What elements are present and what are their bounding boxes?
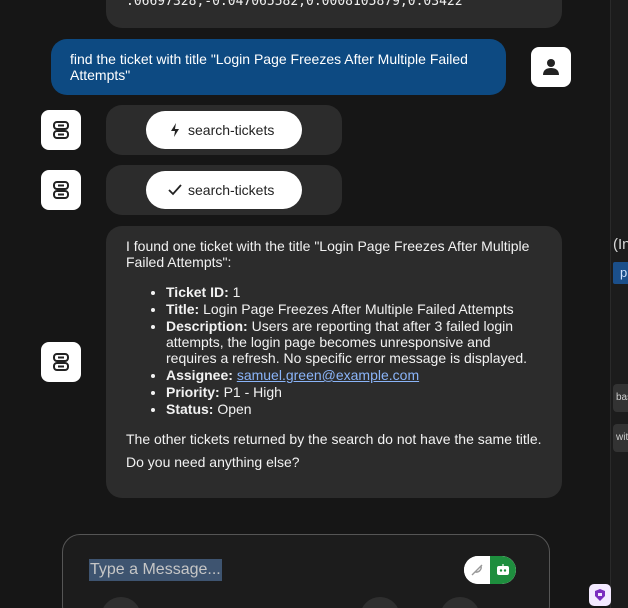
ticket-id-value: 1 [232, 284, 241, 300]
lightning-icon [166, 121, 184, 139]
mic-button[interactable] [360, 597, 400, 608]
list-item: Assignee: samuel.green@example.com [166, 367, 542, 383]
list-item: Ticket ID: 1 [166, 284, 542, 300]
field-label: Priority: [166, 384, 220, 400]
robot-icon [53, 121, 69, 139]
tool-call-name: search-tickets [188, 122, 275, 138]
panel-primary-button[interactable]: p [613, 262, 628, 284]
attach-button[interactable] [101, 597, 141, 608]
panel-option-pill[interactable]: bas [613, 384, 628, 412]
robot-icon [53, 181, 69, 199]
checkmark-icon [166, 181, 184, 199]
tool-result-name: search-tickets [188, 182, 275, 198]
user-icon [543, 59, 559, 75]
tool-result-chip[interactable]: search-tickets [146, 171, 302, 209]
extension-logo-icon [595, 589, 605, 601]
panel-heading-fragment: (In [613, 236, 628, 253]
ticket-status-value: Open [217, 401, 252, 417]
tool-result-card: search-tickets [106, 165, 342, 215]
answer-followup: Do you need anything else? [126, 454, 300, 470]
composer-tools [464, 556, 516, 584]
bot-avatar [41, 342, 81, 382]
ticket-priority-value: P1 - High [223, 384, 282, 400]
extension-badge[interactable] [589, 584, 611, 606]
user-message-text: find the ticket with title "Login Page F… [70, 51, 468, 83]
user-message-bubble: find the ticket with title "Login Page F… [51, 39, 506, 95]
panel-option-pill[interactable]: wit [613, 424, 628, 452]
tool-call-chip[interactable]: search-tickets [146, 111, 302, 149]
chat-pane: .06697328,-0.047065582,0.0008105879,0.03… [0, 0, 610, 608]
message-composer: Type a Message... [62, 534, 550, 608]
list-item: Status: Open [166, 401, 542, 417]
answer-note: The other tickets returned by the search… [126, 431, 542, 447]
tool-call-card: search-tickets [106, 105, 342, 155]
list-item: Description: Users are reporting that af… [166, 318, 542, 366]
assignee-email-link[interactable]: samuel.green@example.com [237, 367, 419, 383]
field-label: Ticket ID: [166, 284, 229, 300]
bot-avatar [41, 110, 81, 150]
previous-output-text: .06697328,-0.047065582,0.0008105879,0.03… [126, 0, 463, 9]
user-avatar [531, 47, 571, 87]
list-item: Title: Login Page Freezes After Multiple… [166, 301, 542, 317]
list-item: Priority: P1 - High [166, 384, 542, 400]
feather-icon[interactable] [464, 556, 490, 584]
field-label: Assignee: [166, 367, 233, 383]
bot-send-icon[interactable] [490, 556, 516, 584]
answer-intro: I found one ticket with the title "Login… [126, 238, 530, 270]
message-input[interactable]: Type a Message... [89, 559, 222, 581]
assistant-answer-bubble: I found one ticket with the title "Login… [106, 226, 562, 498]
robot-icon [53, 353, 69, 371]
ticket-title-value: Login Page Freezes After Multiple Failed… [203, 301, 514, 317]
previous-output-bubble: .06697328,-0.047065582,0.0008105879,0.03… [106, 0, 562, 28]
right-side-panel: (In p bas wit [610, 0, 628, 608]
field-label: Description: [166, 318, 248, 334]
ticket-details-list: Ticket ID: 1 Title: Login Page Freezes A… [166, 284, 542, 417]
field-label: Status: [166, 401, 214, 417]
field-label: Title: [166, 301, 200, 317]
send-button[interactable] [440, 597, 480, 608]
bot-avatar [41, 170, 81, 210]
